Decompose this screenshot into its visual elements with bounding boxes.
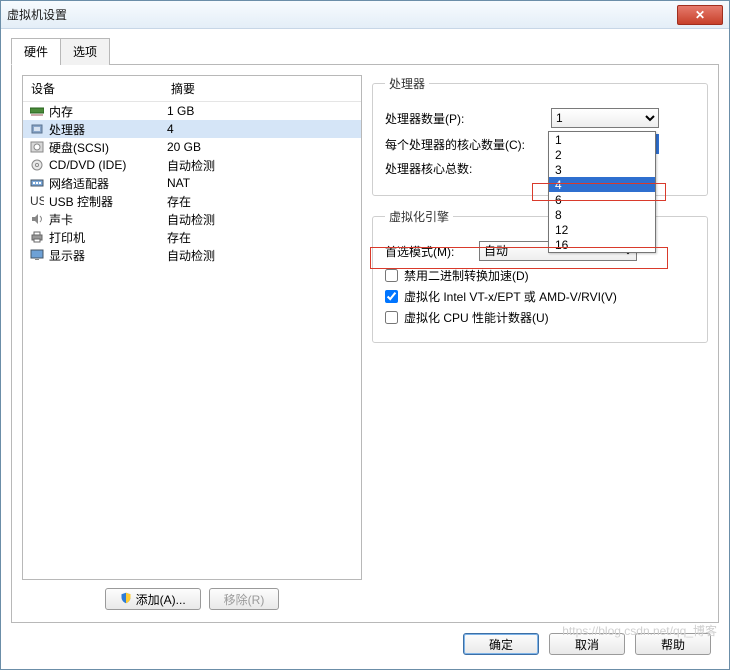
device-summary: 自动检测 [167,211,357,228]
add-device-button[interactable]: 添加(A)... [105,588,201,610]
device-row-sound[interactable]: 声卡自动检测 [23,210,361,228]
device-name: 打印机 [49,229,167,246]
device-summary: NAT [167,176,357,190]
device-list-box: 设备 摘要 内存1 GB处理器4硬盘(SCSI)20 GBCD/DVD (IDE… [22,75,362,580]
dropdown-option[interactable]: 16 [549,237,655,252]
engine-legend: 虚拟化引擎 [385,208,453,225]
memory-icon [29,104,45,118]
device-row-cpu[interactable]: 处理器4 [23,120,361,138]
sound-icon [29,212,45,226]
device-summary: 20 GB [167,140,357,154]
remove-device-button[interactable]: 移除(R) [209,588,280,610]
device-name: CD/DVD (IDE) [49,158,167,172]
device-row-usb[interactable]: USB USB 控制器存在 [23,192,361,210]
cpu-icon [29,122,45,136]
virtualization-engine-group: 虚拟化引擎 首选模式(M): 自动 禁用二进制转换加速(D) 虚拟化 Intel… [372,208,708,343]
device-list[interactable]: 内存1 GB处理器4硬盘(SCSI)20 GBCD/DVD (IDE)自动检测网… [23,102,361,579]
dialog-body: 硬件 选项 设备 摘要 内存1 GB处理器4硬盘(SCSI)20 GBCD/DV… [1,29,729,669]
dropdown-option[interactable]: 1 [549,132,655,147]
device-list-buttons: 添加(A)... 移除(R) [22,580,362,612]
device-row-disc[interactable]: CD/DVD (IDE)自动检测 [23,156,361,174]
device-name: 声卡 [49,211,167,228]
titlebar: 虚拟机设置 ✕ [1,1,729,29]
device-row-disk[interactable]: 硬盘(SCSI)20 GB [23,138,361,156]
tab-hardware[interactable]: 硬件 [11,38,61,65]
processor-count-select[interactable]: 1 [551,108,659,128]
dropdown-option[interactable]: 2 [549,147,655,162]
tab-options[interactable]: 选项 [60,38,110,65]
svg-text:USB: USB [30,195,44,207]
device-name: 硬盘(SCSI) [49,139,167,156]
add-device-label: 添加(A)... [136,591,186,608]
ok-button[interactable]: 确定 [463,633,539,655]
help-button[interactable]: 帮助 [635,633,711,655]
device-row-memory[interactable]: 内存1 GB [23,102,361,120]
disable-binary-translation-label: 禁用二进制转换加速(D) [404,267,529,284]
processor-legend: 处理器 [385,75,429,92]
shield-icon [120,592,132,607]
dropdown-option[interactable]: 3 [549,162,655,177]
virtualize-vtx-checkbox[interactable] [385,290,398,303]
printer-icon [29,230,45,244]
device-name: 网络适配器 [49,175,167,192]
virtualize-vtx-label: 虚拟化 Intel VT-x/EPT 或 AMD-V/RVI(V) [404,288,617,305]
vm-settings-window: 虚拟机设置 ✕ 硬件 选项 设备 摘要 内存1 GB处理器4硬盘(SCSI)20… [0,0,730,670]
processor-group: 处理器 处理器数量(P): 1 每个处理器的核心数量(C): 4 [372,75,708,196]
device-summary: 存在 [167,229,357,246]
dropdown-option[interactable]: 8 [549,207,655,222]
device-name: 处理器 [49,121,167,138]
device-row-net[interactable]: 网络适配器NAT [23,174,361,192]
left-pane: 设备 摘要 内存1 GB处理器4硬盘(SCSI)20 GBCD/DVD (IDE… [22,75,362,612]
device-name: 显示器 [49,247,167,264]
usb-icon: USB [29,194,45,208]
col-header-device: 设备 [23,76,163,101]
virtualize-perf-counters-checkbox[interactable] [385,311,398,324]
dropdown-option[interactable]: 12 [549,222,655,237]
total-cores-label: 处理器核心总数: [385,160,545,177]
tab-content: 设备 摘要 内存1 GB处理器4硬盘(SCSI)20 GBCD/DVD (IDE… [11,65,719,623]
tab-strip: 硬件 选项 [11,37,719,65]
device-row-printer[interactable]: 打印机存在 [23,228,361,246]
device-summary: 自动检测 [167,247,357,264]
preferred-mode-label: 首选模式(M): [385,243,473,260]
col-header-summary: 摘要 [163,76,361,101]
dropdown-option[interactable]: 6 [549,192,655,207]
processor-count-label: 处理器数量(P): [385,110,545,127]
device-name: 内存 [49,103,167,120]
display-icon [29,248,45,262]
cores-dropdown-list[interactable]: 1234681216 [548,131,656,253]
device-list-header: 设备 摘要 [23,76,361,102]
device-name: USB 控制器 [49,193,167,210]
disc-icon [29,158,45,172]
disable-binary-translation-checkbox[interactable] [385,269,398,282]
cancel-button[interactable]: 取消 [549,633,625,655]
device-summary: 存在 [167,193,357,210]
device-summary: 4 [167,122,357,136]
device-summary: 自动检测 [167,157,357,174]
disk-icon [29,140,45,154]
device-summary: 1 GB [167,104,357,118]
window-title: 虚拟机设置 [7,6,677,23]
dropdown-option[interactable]: 4 [549,177,655,192]
virtualize-perf-counters-label: 虚拟化 CPU 性能计数器(U) [404,309,549,326]
close-button[interactable]: ✕ [677,5,723,25]
right-pane: 处理器 处理器数量(P): 1 每个处理器的核心数量(C): 4 [372,75,708,612]
net-icon [29,176,45,190]
device-row-display[interactable]: 显示器自动检测 [23,246,361,264]
cores-per-processor-label: 每个处理器的核心数量(C): [385,136,545,153]
dialog-button-bar: 确定 取消 帮助 [11,623,719,659]
